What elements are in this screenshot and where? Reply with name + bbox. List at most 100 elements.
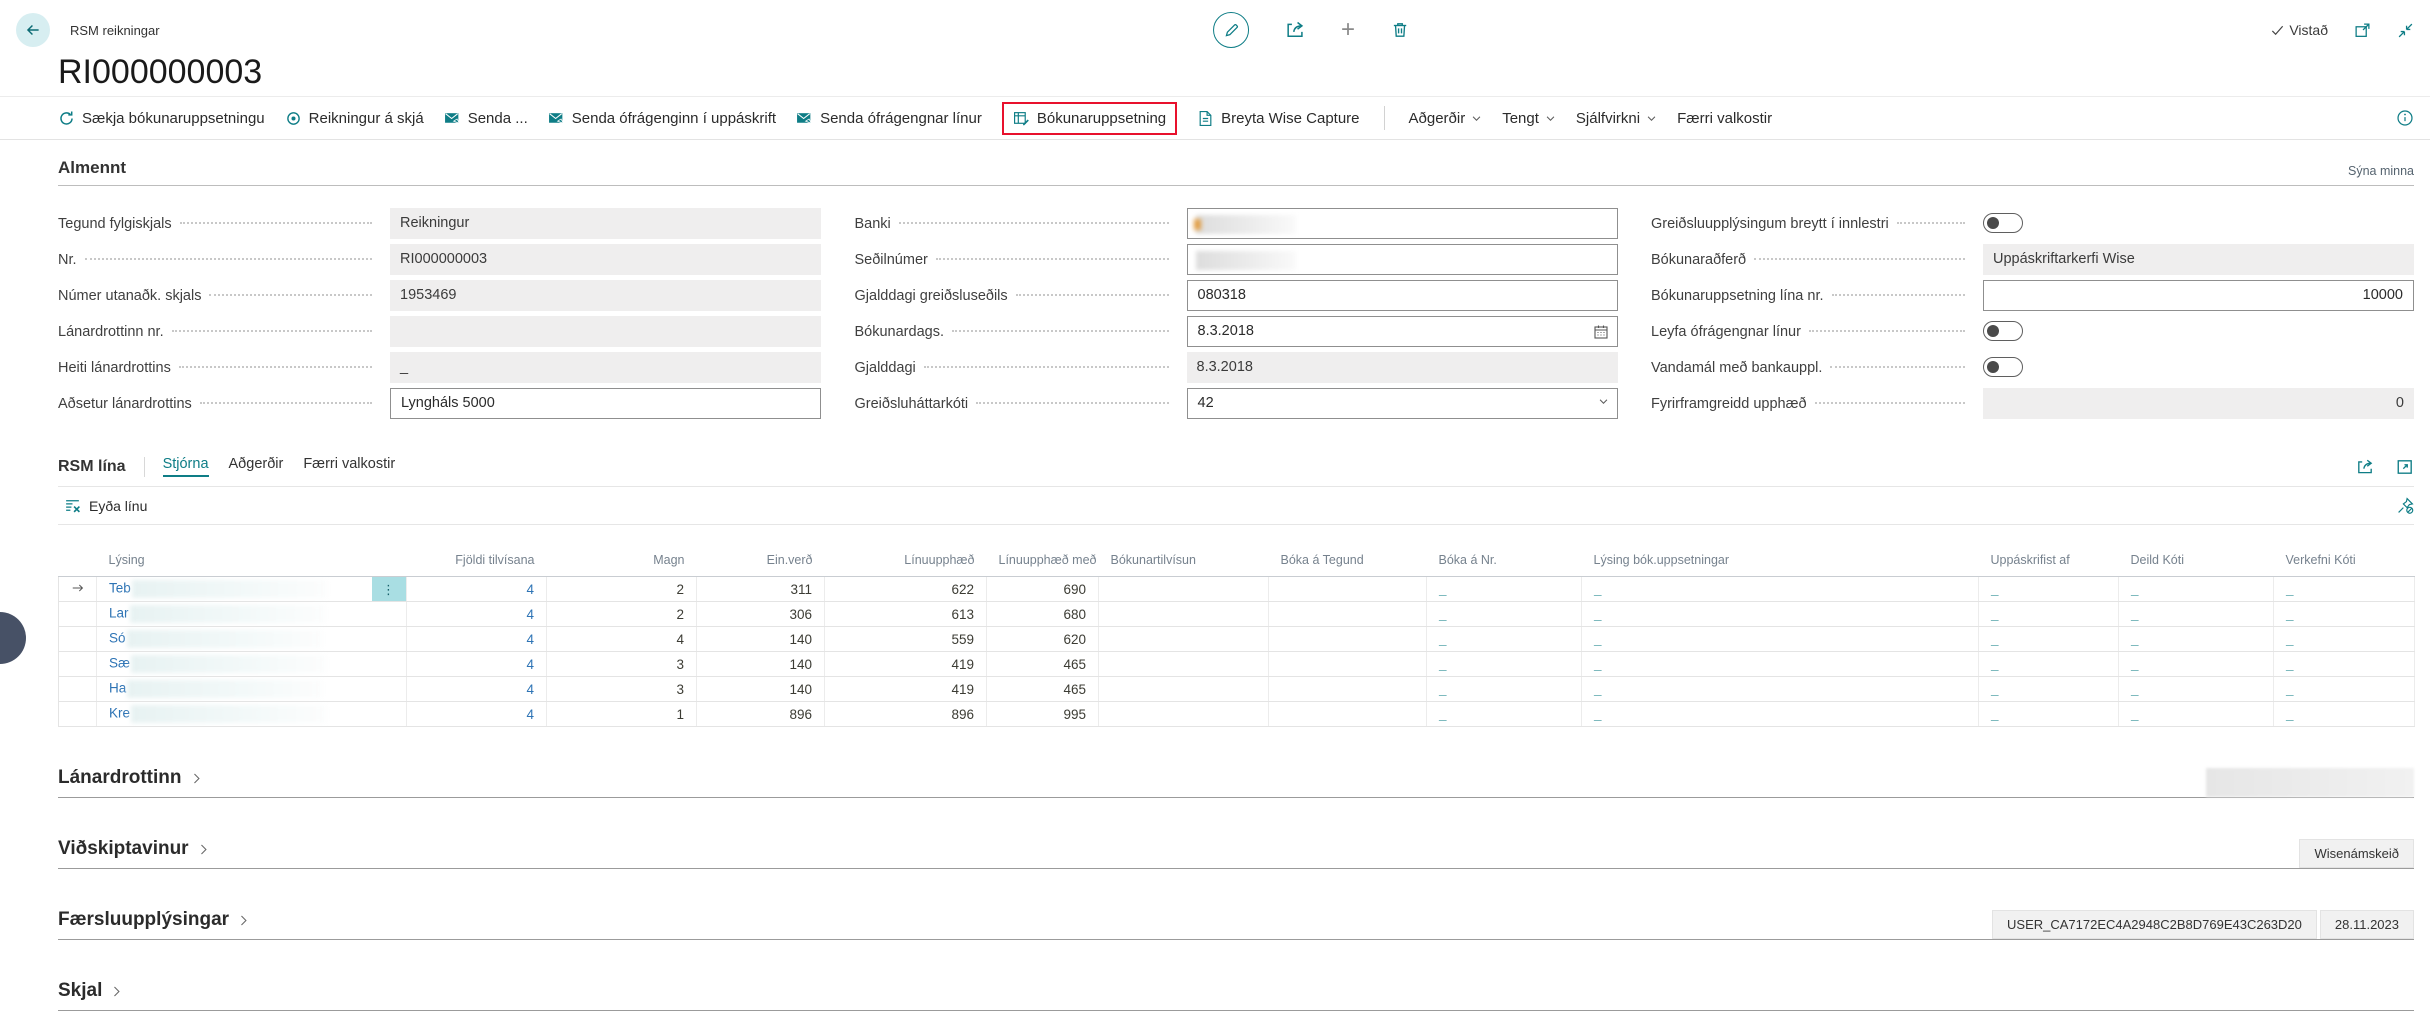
row-selector-cell[interactable] bbox=[59, 677, 97, 702]
cell-refs[interactable]: 4 bbox=[407, 677, 547, 702]
field-input[interactable]: 42 bbox=[1187, 388, 1618, 419]
cell-qty[interactable]: 4 bbox=[547, 627, 697, 652]
edit-button[interactable] bbox=[1213, 12, 1249, 48]
cell-refs[interactable]: 4 bbox=[407, 702, 547, 727]
field-input[interactable]: 10000 bbox=[1983, 280, 2414, 311]
command-senda[interactable]: Senda ... bbox=[444, 110, 528, 127]
cell-post_type[interactable] bbox=[1269, 677, 1427, 702]
cell-refs[interactable]: 4 bbox=[407, 577, 547, 602]
cell-setup_desc[interactable]: _ bbox=[1582, 652, 1979, 677]
cell-line_amount[interactable]: 419 bbox=[825, 652, 987, 677]
cell-desc[interactable]: Kre bbox=[97, 702, 407, 727]
command-senda-fr-gengnar-l-nur[interactable]: Senda ófrágengnar línur bbox=[796, 110, 982, 127]
cell-setup_desc[interactable]: _ bbox=[1582, 677, 1979, 702]
cell-post_type[interactable] bbox=[1269, 652, 1427, 677]
cell-dept_code[interactable]: _ bbox=[2119, 652, 2274, 677]
column-header-desc[interactable]: Lýsing bbox=[97, 549, 407, 577]
field-input[interactable]: Lyngháls 5000 bbox=[390, 388, 821, 419]
cell-line_amount_vat[interactable]: 465 bbox=[987, 677, 1099, 702]
column-header-unit_price[interactable]: Ein.verð bbox=[697, 549, 825, 577]
edge-floating-button[interactable] bbox=[0, 612, 26, 664]
cell-posting_ref[interactable] bbox=[1099, 627, 1269, 652]
share-button[interactable] bbox=[1285, 20, 1305, 40]
cell-approved_by[interactable]: _ bbox=[1979, 602, 2119, 627]
cell-line_amount[interactable]: 896 bbox=[825, 702, 987, 727]
command-b-kunaruppsetning[interactable]: Bókunaruppsetning bbox=[1002, 102, 1177, 135]
line-tab-a-ger-ir[interactable]: Aðgerðir bbox=[229, 456, 284, 477]
row-selector-cell[interactable] bbox=[59, 702, 97, 727]
cell-qty[interactable]: 2 bbox=[547, 577, 697, 602]
cell-dept_code[interactable]: _ bbox=[2119, 627, 2274, 652]
cell-refs[interactable]: 4 bbox=[407, 627, 547, 652]
cell-desc[interactable]: Teb⋮ bbox=[97, 577, 407, 602]
general-heading[interactable]: Almennt bbox=[58, 158, 126, 178]
cell-post_no[interactable]: _ bbox=[1427, 627, 1582, 652]
cell-qty[interactable]: 1 bbox=[547, 702, 697, 727]
cell-unit_price[interactable]: 140 bbox=[697, 652, 825, 677]
cell-setup_desc[interactable]: _ bbox=[1582, 702, 1979, 727]
show-less-link[interactable]: Sýna minna bbox=[2348, 164, 2414, 178]
command-s-kja-b-kunaruppsetningu[interactable]: Sækja bókunaruppsetningu bbox=[58, 110, 265, 127]
column-header-approved_by[interactable]: Uppáskrifist af bbox=[1979, 549, 2119, 577]
cell-refs[interactable]: 4 bbox=[407, 652, 547, 677]
cell-post_no[interactable]: _ bbox=[1427, 652, 1582, 677]
toggle-leyfa-fr-gengnar-l-nur[interactable] bbox=[1983, 321, 2023, 341]
cell-menu-handle[interactable]: ⋮ bbox=[372, 577, 406, 602]
cell-dept_code[interactable]: _ bbox=[2119, 602, 2274, 627]
column-header-dept_code[interactable]: Deild Kóti bbox=[2119, 549, 2274, 577]
cell-desc[interactable]: Sæ bbox=[97, 652, 407, 677]
cell-post_type[interactable] bbox=[1269, 602, 1427, 627]
cell-project_code[interactable]: _ bbox=[2274, 652, 2415, 677]
toggle-grei-sluuppl-singum-breytt-innlestri[interactable] bbox=[1983, 213, 2023, 233]
cell-line_amount_vat[interactable]: 690 bbox=[987, 577, 1099, 602]
new-record-button[interactable]: + bbox=[1341, 18, 1355, 42]
column-header-setup_desc[interactable]: Lýsing bók.uppsetningar bbox=[1582, 549, 1979, 577]
section-title-f-rsluuppl-singar[interactable]: Færsluupplýsingar bbox=[58, 909, 250, 939]
cell-refs[interactable]: 4 bbox=[407, 602, 547, 627]
cell-setup_desc[interactable]: _ bbox=[1582, 577, 1979, 602]
cell-unit_price[interactable]: 140 bbox=[697, 677, 825, 702]
cell-line_amount[interactable]: 559 bbox=[825, 627, 987, 652]
column-header-line_amount_vat[interactable]: Línuupphæð með VSK bbox=[987, 549, 1099, 577]
column-header-qty[interactable]: Magn bbox=[547, 549, 697, 577]
cell-approved_by[interactable]: _ bbox=[1979, 577, 2119, 602]
column-header-project_code[interactable]: Verkefni Kóti bbox=[2274, 549, 2415, 577]
field-input[interactable] bbox=[1187, 208, 1618, 239]
expand-lines-icon[interactable] bbox=[2396, 458, 2414, 476]
cell-posting_ref[interactable] bbox=[1099, 652, 1269, 677]
info-icon[interactable] bbox=[2396, 109, 2414, 127]
cell-line_amount_vat[interactable]: 620 bbox=[987, 627, 1099, 652]
cell-qty[interactable]: 3 bbox=[547, 652, 697, 677]
cell-approved_by[interactable]: _ bbox=[1979, 627, 2119, 652]
column-header-post_no[interactable]: Bóka á Nr. bbox=[1427, 549, 1582, 577]
command-breyta-wise-capture[interactable]: Breyta Wise Capture bbox=[1197, 110, 1359, 127]
column-header-post_type[interactable]: Bóka á Tegund bbox=[1269, 549, 1427, 577]
row-selector-cell[interactable] bbox=[59, 652, 97, 677]
row-selector-cell[interactable] bbox=[59, 627, 97, 652]
field-input[interactable] bbox=[1187, 244, 1618, 275]
cell-dept_code[interactable]: _ bbox=[2119, 702, 2274, 727]
row-selector-cell[interactable] bbox=[59, 577, 97, 602]
field-input[interactable]: 8.3.2018 bbox=[1187, 316, 1618, 347]
command-senda-fr-genginn-upp-skrift[interactable]: Senda ófrágenginn í uppáskrift bbox=[548, 110, 776, 127]
cell-line_amount[interactable]: 419 bbox=[825, 677, 987, 702]
line-tab-stj-rna[interactable]: Stjórna bbox=[163, 456, 209, 477]
calendar-icon[interactable] bbox=[1593, 324, 1609, 340]
menu-tengt[interactable]: Tengt bbox=[1502, 110, 1556, 127]
breadcrumb[interactable]: RSM reikningar bbox=[70, 23, 160, 38]
cell-line_amount[interactable]: 613 bbox=[825, 602, 987, 627]
cell-qty[interactable]: 2 bbox=[547, 602, 697, 627]
cell-unit_price[interactable]: 311 bbox=[697, 577, 825, 602]
cell-post_no[interactable]: _ bbox=[1427, 702, 1582, 727]
cell-project_code[interactable]: _ bbox=[2274, 702, 2415, 727]
cell-posting_ref[interactable] bbox=[1099, 577, 1269, 602]
menu-a-ger-ir[interactable]: Aðgerðir bbox=[1409, 110, 1483, 127]
delete-button[interactable] bbox=[1391, 21, 1409, 39]
cell-project_code[interactable]: _ bbox=[2274, 602, 2415, 627]
section-title-skjal[interactable]: Skjal bbox=[58, 980, 123, 1010]
cell-setup_desc[interactable]: _ bbox=[1582, 627, 1979, 652]
cell-unit_price[interactable]: 896 bbox=[697, 702, 825, 727]
cell-posting_ref[interactable] bbox=[1099, 702, 1269, 727]
cell-desc[interactable]: Só bbox=[97, 627, 407, 652]
row-selector-cell[interactable] bbox=[59, 602, 97, 627]
